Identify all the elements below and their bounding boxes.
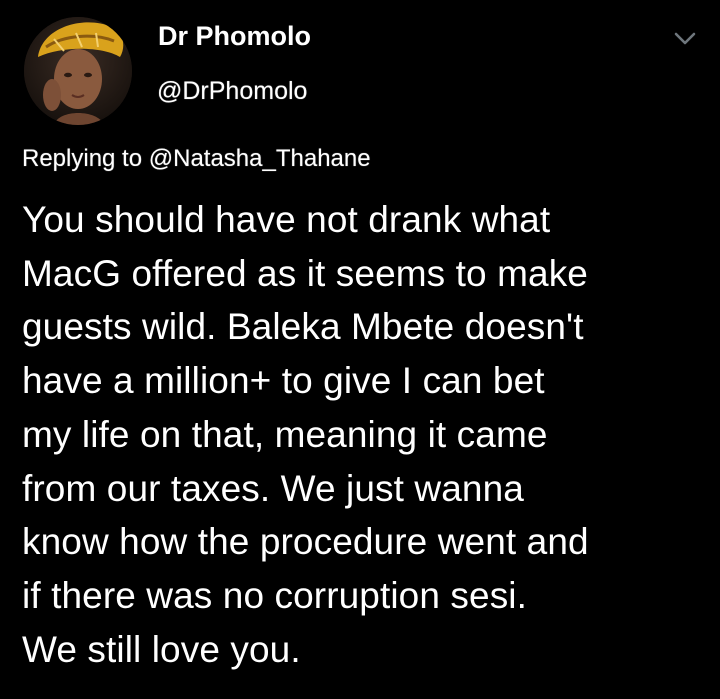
tweet-text-line: guests wild. Baleka Mbete doesn't (22, 306, 584, 348)
tweet-text-line: You should have not drank what (22, 199, 551, 240)
tweet-menu-button[interactable] (668, 26, 702, 52)
author-handle[interactable]: @DrPhomolo (157, 77, 307, 106)
reply-context: Replying to @Natasha_Thahane (22, 145, 371, 173)
tweet-text: You should have not drank what MacG offe… (22, 193, 712, 676)
tweet-text-line: if there was no corruption sesi. (22, 574, 527, 616)
tweet-text-line: We still love you. (22, 628, 301, 670)
author-display-name[interactable]: Dr Phomolo (158, 21, 311, 52)
reply-prefix: Replying to (22, 145, 149, 172)
tweet-text-line: know how the procedure went and (22, 521, 589, 563)
tweet-text-line: have a million+ to give I can bet (22, 360, 545, 402)
tweet-text-line: from our taxes. We just wanna (22, 467, 524, 509)
profile-photo-icon (24, 17, 132, 125)
reply-mention-link[interactable]: @Natasha_Thahane (149, 145, 371, 172)
tweet-text-line: MacG offered as it seems to make (22, 252, 588, 294)
chevron-down-icon (674, 32, 696, 45)
tweet: Dr Phomolo @DrPhomolo Replying to @Natas… (0, 0, 720, 699)
tweet-text-line: my life on that, meaning it came (22, 413, 548, 455)
avatar[interactable] (24, 17, 132, 125)
